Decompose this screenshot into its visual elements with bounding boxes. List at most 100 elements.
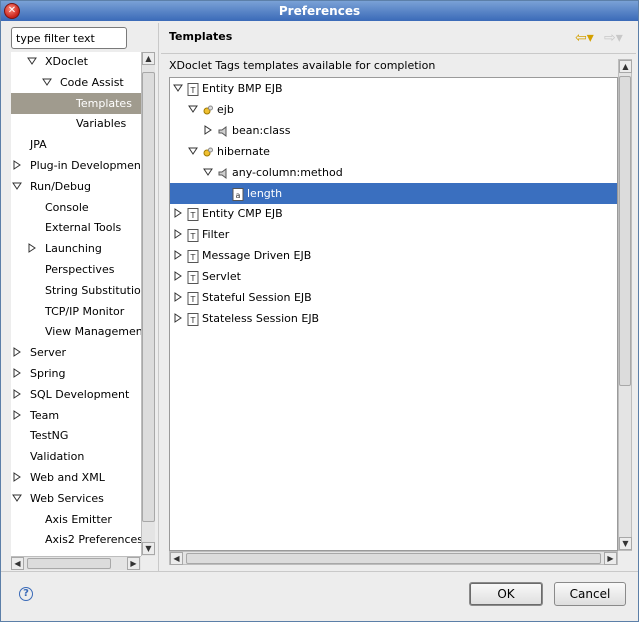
template-tree-item[interactable]: ejb xyxy=(170,99,617,120)
preference-tree-item[interactable]: Code Assist xyxy=(11,72,141,93)
template-tree-item[interactable]: T Message Driven EJB xyxy=(170,245,617,266)
template-tree-item[interactable]: hibernate xyxy=(170,141,617,162)
svg-text:T: T xyxy=(190,316,196,325)
preference-tree-item[interactable]: Plug-in Development xyxy=(11,155,141,176)
scroll-down-icon[interactable]: ▼ xyxy=(142,542,155,555)
collapse-arrow-icon[interactable] xyxy=(188,146,198,156)
expand-arrow-icon[interactable] xyxy=(12,160,22,170)
expand-arrow-icon[interactable] xyxy=(173,250,183,261)
preference-tree-item[interactable]: Validation xyxy=(11,446,141,467)
scrollbar-thumb[interactable] xyxy=(142,72,155,522)
scrollbar-thumb[interactable] xyxy=(619,76,631,386)
preference-tree-item[interactable]: JPA xyxy=(11,134,141,155)
ok-button[interactable]: OK xyxy=(469,582,543,606)
preference-tree-item[interactable]: Axis Emitter xyxy=(11,509,141,530)
scroll-down-icon[interactable]: ▼ xyxy=(619,537,632,550)
preference-tree-item[interactable]: Templates xyxy=(11,92,141,114)
template-tree-item-label: ejb xyxy=(217,102,234,116)
tag-doc-icon: T xyxy=(187,249,199,264)
template-tree-item[interactable]: bean:class xyxy=(170,120,617,141)
preference-tree-item[interactable]: Axis2 Preferences xyxy=(11,529,141,550)
svg-text:T: T xyxy=(190,232,196,241)
expand-arrow-icon[interactable] xyxy=(203,124,213,135)
scroll-right-icon[interactable]: ▶ xyxy=(604,552,617,565)
template-tree-item-label: Stateless Session EJB xyxy=(202,311,320,325)
title-bar: Preferences xyxy=(1,1,638,21)
svg-text:T: T xyxy=(190,274,196,283)
left-tree-horizontal-scrollbar[interactable]: ◀ ▶ xyxy=(11,556,141,570)
window-title: Preferences xyxy=(278,4,361,18)
collapse-arrow-icon[interactable] xyxy=(188,104,198,114)
help-icon[interactable]: ? xyxy=(19,587,33,601)
preference-tree-item-label: External Tools xyxy=(45,221,122,235)
tag-doc-icon: T xyxy=(187,291,199,305)
preference-tree-item[interactable]: Console xyxy=(11,197,141,218)
template-tree-vertical-scrollbar[interactable]: ▲ ▼ xyxy=(618,59,632,551)
expand-arrow-icon[interactable] xyxy=(27,243,37,254)
expand-arrow-icon[interactable] xyxy=(173,208,183,219)
template-tree-item[interactable]: T Stateless Session EJB xyxy=(170,308,617,329)
template-tree-item-label: Entity CMP EJB xyxy=(202,207,283,221)
preference-tree-item[interactable]: Launching xyxy=(11,238,141,259)
preference-tree-item-label: JPA xyxy=(30,138,47,152)
template-tree-item-label: length xyxy=(247,186,283,200)
template-tree-item[interactable]: T Entity CMP EJB xyxy=(170,203,617,224)
preference-tree-item[interactable]: Team xyxy=(11,405,141,426)
template-tree-item[interactable]: T Servlet xyxy=(170,266,617,287)
expand-arrow-icon[interactable] xyxy=(12,368,22,378)
scrollbar-thumb[interactable] xyxy=(186,553,601,564)
preference-tree-item-label: Console xyxy=(45,200,89,214)
expand-arrow-icon[interactable] xyxy=(173,312,183,323)
scrollbar-thumb[interactable] xyxy=(27,558,111,569)
preference-tree-item[interactable]: Perspectives xyxy=(11,259,141,280)
expand-arrow-icon[interactable] xyxy=(173,229,183,240)
expand-arrow-icon[interactable] xyxy=(173,271,183,282)
collapse-arrow-icon[interactable] xyxy=(203,167,213,177)
scroll-left-icon[interactable]: ◀ xyxy=(11,557,24,570)
template-tree-item[interactable]: T Entity BMP EJB xyxy=(170,78,617,99)
preference-tree-item[interactable]: View Management xyxy=(11,321,141,342)
preference-tree-item[interactable]: Web Services xyxy=(11,488,141,509)
cancel-button[interactable]: Cancel xyxy=(554,582,626,606)
collapse-arrow-icon[interactable] xyxy=(42,77,52,87)
preference-tree-item[interactable]: TestNG xyxy=(11,425,141,446)
preference-tree-item[interactable]: Web and XML xyxy=(11,467,141,488)
scroll-up-icon[interactable]: ▲ xyxy=(619,60,632,73)
preference-tree-item[interactable]: String Substitution xyxy=(11,280,141,301)
collapse-arrow-icon[interactable] xyxy=(12,493,22,503)
close-icon[interactable]: ✕ xyxy=(4,3,20,19)
preference-tree-item-label: Web Services xyxy=(30,491,104,505)
preference-tree-item[interactable]: TCP/IP Monitor xyxy=(11,301,141,322)
preference-tree-item[interactable]: External Tools xyxy=(11,217,141,238)
template-tree-horizontal-scrollbar[interactable]: ◀ ▶ xyxy=(169,551,618,565)
collapse-arrow-icon[interactable] xyxy=(173,83,183,93)
left-tree-vertical-scrollbar[interactable]: ▲ ▼ xyxy=(141,52,155,556)
collapse-arrow-icon[interactable] xyxy=(12,181,22,191)
preference-tree-item[interactable]: XDoclet xyxy=(11,52,141,72)
scroll-right-icon[interactable]: ▶ xyxy=(127,557,140,570)
back-arrow-icon[interactable]: ⇦▾ xyxy=(575,31,594,45)
expand-arrow-icon[interactable] xyxy=(12,347,22,358)
preference-tree-item[interactable]: SQL Development xyxy=(11,384,141,405)
tag-doc-icon: T xyxy=(187,207,199,222)
expand-arrow-icon[interactable] xyxy=(12,388,22,399)
filter-input[interactable] xyxy=(11,27,127,49)
pane-divider[interactable] xyxy=(158,23,159,571)
template-tree-item[interactable]: any-column:method xyxy=(170,162,617,183)
preference-tree-item[interactable]: Server xyxy=(11,342,141,363)
preference-tree-item-label: Validation xyxy=(30,450,85,464)
scroll-left-icon[interactable]: ◀ xyxy=(170,552,183,565)
svg-text:a: a xyxy=(236,191,241,200)
preference-tree-item-label: Team xyxy=(30,408,60,422)
template-tree-item[interactable]: T Stateful Session EJB xyxy=(170,287,617,308)
preference-tree-item[interactable]: Variables xyxy=(11,113,141,134)
preference-tree-item[interactable]: Spring xyxy=(11,363,141,384)
expand-arrow-icon[interactable] xyxy=(173,292,183,302)
expand-arrow-icon[interactable] xyxy=(12,409,22,420)
expand-arrow-icon[interactable] xyxy=(12,472,22,482)
template-tree-item[interactable]: a length xyxy=(170,182,617,204)
template-tree-item[interactable]: T Filter xyxy=(170,224,617,245)
preference-tree-item[interactable]: Run/Debug xyxy=(11,176,141,197)
scroll-up-icon[interactable]: ▲ xyxy=(142,52,155,65)
collapse-arrow-icon[interactable] xyxy=(27,56,37,66)
